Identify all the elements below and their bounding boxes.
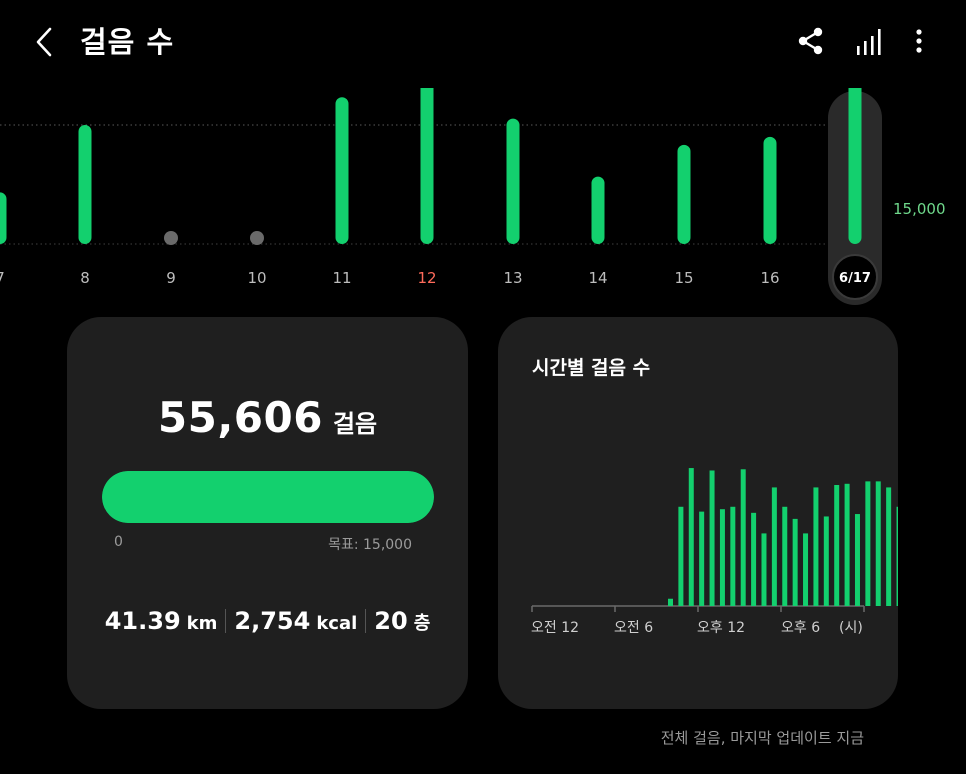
hour-tick-label: (시) <box>839 620 863 636</box>
day-label: 12 <box>417 269 436 287</box>
hourly-bar <box>865 481 871 606</box>
back-arrow-icon[interactable] <box>30 22 62 62</box>
floors-value: 20 <box>374 607 408 635</box>
hourly-bar <box>813 487 819 606</box>
goal-progress-bar <box>102 471 434 523</box>
steps-value: 55,606 <box>157 393 323 442</box>
day-label: 6/17 <box>839 271 871 286</box>
distance-unit: km <box>186 613 218 634</box>
hour-tick-label: 오전 6 <box>614 620 654 636</box>
hourly-bar <box>834 485 840 606</box>
hour-tick-label: 오후 12 <box>697 620 746 636</box>
hourly-bar <box>719 509 725 606</box>
daily-bar[interactable] <box>0 192 7 244</box>
hourly-bar <box>896 506 898 606</box>
progress-goal-label: 목표: 15,000 <box>328 537 412 553</box>
hourly-bar <box>771 487 777 606</box>
calories-value: 2,754 <box>234 607 311 635</box>
bar-chart-icon[interactable] <box>851 24 887 60</box>
hourly-bar <box>740 469 746 606</box>
daily-bar[interactable] <box>335 97 349 244</box>
floors-stat: 20 층 <box>366 607 438 635</box>
hourly-bar <box>730 506 736 606</box>
goal-progress-fill <box>102 471 434 523</box>
day-label: 16 <box>760 269 779 287</box>
hourly-bar <box>792 518 798 606</box>
app-header: 걸음 수 <box>0 0 966 84</box>
calories-unit: kcal <box>316 613 358 634</box>
daily-empty-dot[interactable] <box>250 231 264 245</box>
share-icon[interactable] <box>793 24 829 60</box>
day-label: 7 <box>0 269 5 287</box>
hourly-chart-svg <box>531 468 898 612</box>
hourly-bar <box>886 487 892 606</box>
daily-chart-svg: 7 8 9 10 11 12 13 14 15 16 6/17 <box>0 88 882 305</box>
hourly-bar <box>668 598 673 606</box>
hourly-bar <box>699 511 705 606</box>
hourly-bar <box>854 514 860 606</box>
hourly-bar <box>782 506 788 606</box>
progress-min-label: 0 <box>114 534 123 550</box>
daily-bar[interactable] <box>763 136 777 244</box>
steps-unit: 걸음 <box>332 410 378 438</box>
hourly-bar <box>875 481 881 606</box>
day-label: 13 <box>503 269 522 287</box>
hourly-bar <box>709 470 715 606</box>
hourly-bar <box>678 506 684 606</box>
daily-bar[interactable] <box>78 125 92 244</box>
hourly-bar <box>751 512 757 606</box>
daily-bar[interactable] <box>848 88 862 244</box>
day-label: 15 <box>674 269 693 287</box>
daily-bar[interactable] <box>677 144 691 244</box>
daily-bar[interactable] <box>420 88 434 244</box>
steps-total: 55,606 걸음 <box>67 393 468 442</box>
daily-bar[interactable] <box>591 176 605 244</box>
day-label: 10 <box>247 269 266 287</box>
activity-stats: 41.39 km 2,754 kcal 20 층 <box>67 607 468 635</box>
hourly-bar <box>803 533 809 606</box>
more-vertical-icon[interactable] <box>901 24 937 60</box>
footer-note: 전체 걸음, 마지막 업데이트 지금 <box>660 729 864 747</box>
calories-stat: 2,754 kcal <box>226 607 365 635</box>
hourly-steps-card[interactable]: 시간별 걸음 수 오전 12 오전 6 오후 12 오후 6 (시) <box>498 317 898 709</box>
hourly-bar <box>761 533 767 606</box>
day-label: 11 <box>332 269 351 287</box>
page-title: 걸음 수 <box>80 25 175 59</box>
distance-value: 41.39 <box>104 607 181 635</box>
day-label: 14 <box>588 269 607 287</box>
day-label: 8 <box>80 269 90 287</box>
hourly-bar <box>844 483 850 606</box>
daily-steps-chart[interactable]: 7 8 9 10 11 12 13 14 15 16 6/17 15,000 <box>0 88 966 308</box>
hourly-bar <box>823 516 829 606</box>
daily-bar[interactable] <box>506 118 520 244</box>
distance-stat: 41.39 km <box>97 607 226 635</box>
hour-tick-label: 오후 6 <box>781 620 821 636</box>
daily-empty-dot[interactable] <box>164 231 178 245</box>
hour-tick-label: 오전 12 <box>531 620 580 636</box>
goal-line-label: 15,000 <box>893 200 946 218</box>
steps-summary-card[interactable]: 55,606 걸음 0 목표: 15,000 41.39 km 2,754 kcal 20… <box>67 317 468 709</box>
day-label: 9 <box>166 269 176 287</box>
floors-unit: 층 <box>413 613 431 634</box>
hourly-bar <box>688 468 694 606</box>
